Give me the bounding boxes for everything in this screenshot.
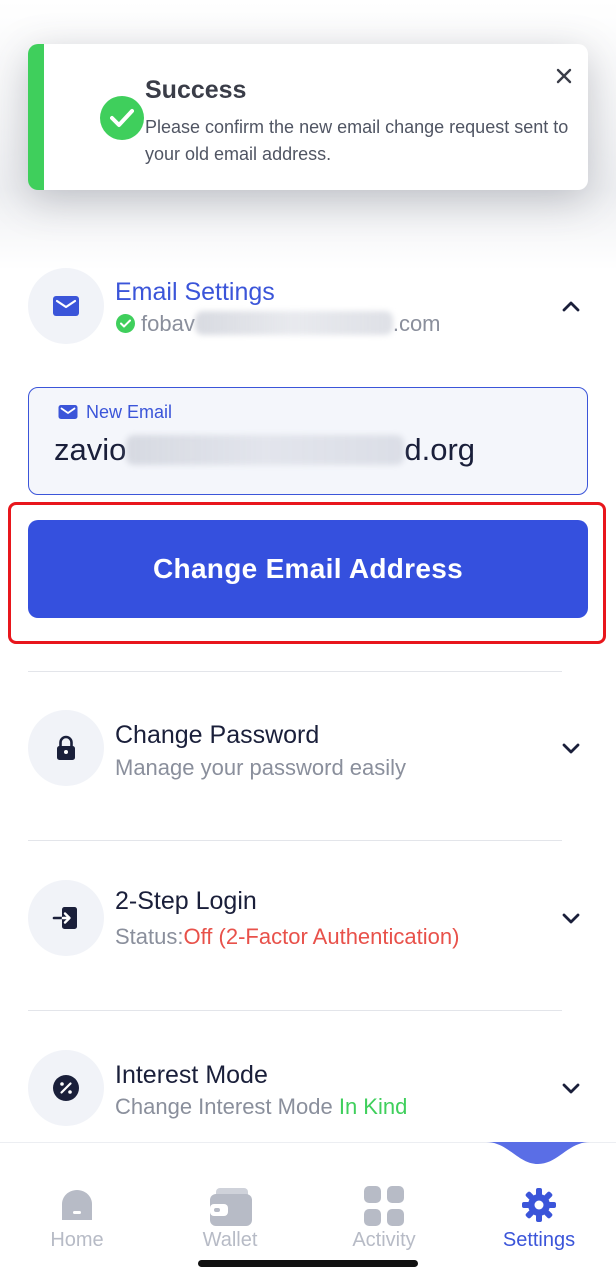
nav-wallet[interactable]: Wallet	[160, 1142, 300, 1252]
percent-icon	[53, 1075, 79, 1101]
close-icon[interactable]	[554, 66, 574, 86]
interest-mode-subtitle-text: Change Interest Mode	[115, 1094, 333, 1119]
chevron-up-icon[interactable]	[561, 299, 581, 313]
divider	[28, 1010, 562, 1011]
two-step-status: Status:Off (2-Factor Authentication)	[115, 924, 459, 950]
gear-icon	[522, 1188, 556, 1222]
divider	[28, 840, 562, 841]
chevron-down-icon[interactable]	[561, 742, 581, 756]
redacted-text	[126, 435, 405, 465]
toast-accent-bar	[28, 44, 44, 190]
nav-activity-label: Activity	[352, 1229, 416, 1251]
interest-mode-icon-wrap	[28, 1050, 104, 1126]
email-settings-title[interactable]: Email Settings	[115, 278, 275, 307]
toast-message: Please confirm the new email change requ…	[145, 117, 569, 164]
home-indicator	[198, 1260, 418, 1267]
chevron-down-icon[interactable]	[561, 912, 581, 926]
two-step-title[interactable]: 2-Step Login	[115, 887, 257, 916]
success-toast: Success Please confirm the new email cha…	[28, 44, 588, 190]
current-email: fobav .com	[116, 311, 441, 337]
two-step-status-label: Status:	[115, 924, 184, 949]
change-password-icon-wrap	[28, 710, 104, 786]
new-email-value: zavio d.org	[54, 432, 475, 468]
wallet-icon	[210, 1188, 252, 1226]
nav-home-label: Home	[50, 1229, 104, 1251]
lock-icon	[57, 735, 75, 760]
two-step-icon-wrap	[28, 880, 104, 956]
nav-settings-label: Settings	[502, 1229, 576, 1251]
new-email-label-text: New Email	[86, 402, 173, 422]
interest-mode-title[interactable]: Interest Mode	[115, 1061, 268, 1090]
nav-home[interactable]: Home	[7, 1142, 147, 1252]
mail-small-icon	[58, 405, 78, 419]
current-email-suffix: .com	[392, 311, 441, 336]
email-settings-icon-wrap	[28, 268, 104, 344]
nav-wallet-label: Wallet	[202, 1229, 258, 1251]
nav-settings[interactable]: Settings	[469, 1142, 609, 1252]
two-step-status-value: Off (2-Factor Authentication)	[183, 924, 460, 949]
mail-icon	[53, 296, 79, 316]
new-email-label: New Email	[58, 402, 172, 423]
toast-title: Success	[145, 76, 247, 104]
login-icon	[52, 907, 77, 929]
new-email-prefix: zavio	[54, 432, 127, 467]
interest-mode-subtitle: Change Interest Mode In Kind	[115, 1094, 407, 1120]
change-email-button[interactable]: Change Email Address	[28, 520, 588, 618]
current-email-prefix: fobav	[141, 311, 195, 336]
home-icon	[62, 1190, 92, 1220]
interest-mode-value: In Kind	[338, 1094, 408, 1119]
grid-icon	[364, 1186, 404, 1226]
new-email-suffix: d.org	[404, 432, 476, 467]
divider	[28, 671, 562, 672]
change-password-title[interactable]: Change Password	[115, 721, 319, 750]
verified-check-icon	[116, 314, 135, 333]
change-password-subtitle: Manage your password easily	[115, 755, 407, 780]
redacted-text	[194, 311, 393, 335]
nav-activity[interactable]: Activity	[314, 1142, 454, 1252]
check-circle-icon	[100, 96, 144, 140]
chevron-down-icon[interactable]	[561, 1082, 581, 1096]
